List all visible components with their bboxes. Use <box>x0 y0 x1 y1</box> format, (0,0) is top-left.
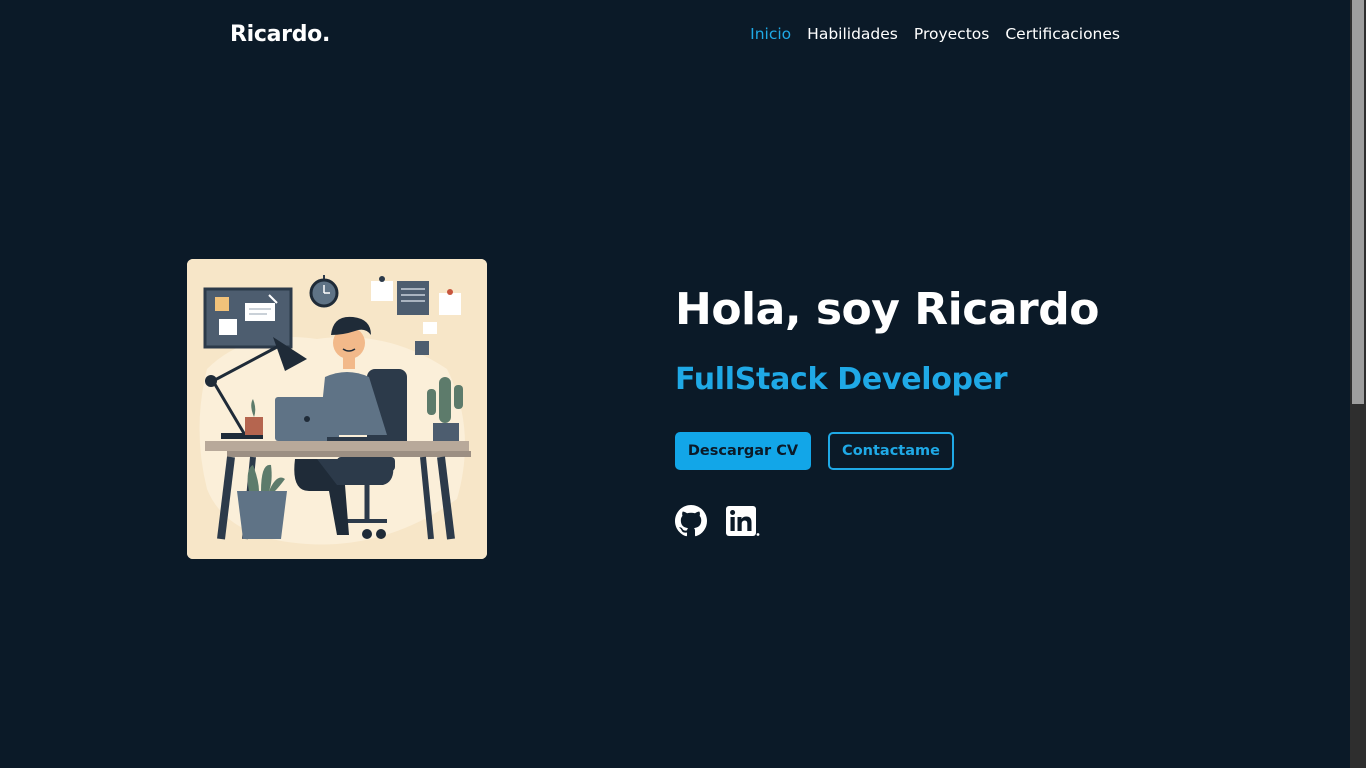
main-nav: Inicio Habilidades Proyectos Certificaci… <box>750 25 1120 43</box>
hero-subtitle: FullStack Developer <box>675 362 1008 397</box>
download-cv-button[interactable]: Descargar CV <box>675 432 811 470</box>
github-icon <box>675 505 707 537</box>
nav-item-certificaciones[interactable]: Certificaciones <box>1005 25 1120 43</box>
developer-at-desk-illustration <box>187 259 487 559</box>
hero-title: Hola, soy Ricardo <box>675 284 1099 335</box>
site-logo[interactable]: Ricardo. <box>230 22 330 47</box>
vertical-scrollbar[interactable] <box>1350 0 1366 768</box>
linkedin-link[interactable] <box>726 505 760 537</box>
nav-item-proyectos[interactable]: Proyectos <box>914 25 989 43</box>
contact-button[interactable]: Contactame <box>828 432 954 470</box>
hero-illustration <box>187 259 487 559</box>
page: Ricardo. Inicio Habilidades Proyectos Ce… <box>0 0 1366 768</box>
nav-item-inicio[interactable]: Inicio <box>750 25 791 43</box>
nav-item-habilidades[interactable]: Habilidades <box>807 25 898 43</box>
github-link[interactable] <box>675 505 707 537</box>
linkedin-icon <box>726 506 760 536</box>
scrollbar-thumb[interactable] <box>1352 0 1364 404</box>
